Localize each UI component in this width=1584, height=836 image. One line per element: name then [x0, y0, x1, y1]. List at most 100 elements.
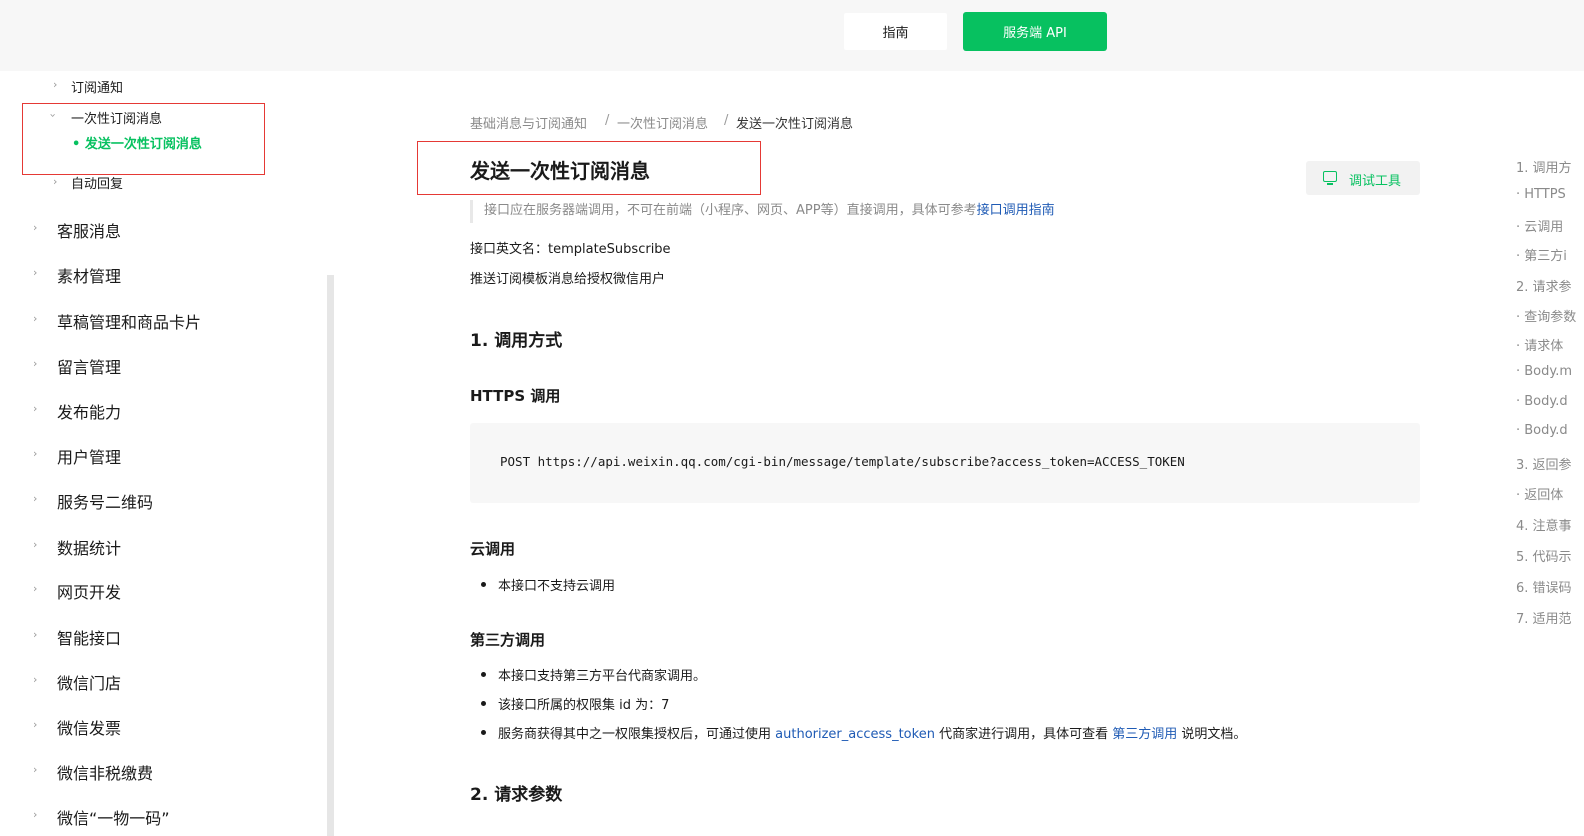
- chevron-right-icon[interactable]: ›: [53, 175, 57, 188]
- token-code: authorizer_access_token: [775, 727, 935, 742]
- guide-button[interactable]: 指南: [844, 13, 947, 50]
- chevron-right-icon: ›: [33, 402, 38, 415]
- note-callout: 接口应在服务器端调用，不可在前端（小程序、网页、APP等）直接调用，具体可参考接…: [470, 200, 1055, 223]
- chevron-right-icon[interactable]: ›: [53, 78, 57, 91]
- debug-tool-label: 调试工具: [1349, 174, 1402, 189]
- sidebar-subitem-subscribe-notice[interactable]: 订阅通知: [71, 77, 123, 96]
- chevron-right-icon: ›: [33, 582, 38, 595]
- sidebar-item-comments[interactable]: › 留言管理: [0, 350, 320, 380]
- sidebar-item-non-tax-payment[interactable]: › 微信非税缴费: [0, 756, 320, 786]
- section-heading-call-method: 1. 调用方式: [470, 331, 563, 351]
- chevron-right-icon: ›: [33, 808, 38, 821]
- breadcrumb-link[interactable]: 一次性订阅消息: [617, 113, 708, 132]
- sidebar-item-label: 留言管理: [57, 358, 122, 377]
- sidebar-item-label: 智能接口: [57, 629, 122, 648]
- sidebar-item-label: 素材管理: [57, 267, 122, 286]
- toc-item[interactable]: 7. 适用范: [1516, 608, 1572, 627]
- toc-item[interactable]: 2. 请求参: [1516, 276, 1572, 295]
- toc-item[interactable]: · 返回体: [1516, 484, 1563, 503]
- list-item-text-part: 代商家进行调用，具体可查看: [939, 727, 1109, 742]
- list-item-text: 本接口支持第三方平台代商家调用。: [498, 669, 707, 684]
- sidebar-item-label: 微信发票: [57, 719, 122, 738]
- server-api-button[interactable]: 服务端 API: [963, 12, 1107, 51]
- subheading-third-party: 第三方调用: [470, 631, 546, 649]
- toc-item[interactable]: 3. 返回参: [1516, 454, 1572, 473]
- chevron-right-icon: ›: [33, 538, 38, 551]
- breadcrumb-separator: /: [605, 113, 610, 128]
- sidebar-item-qrcode[interactable]: › 服务号二维码: [0, 485, 320, 515]
- third-party-call-link[interactable]: 第三方调用: [1112, 727, 1177, 742]
- chevron-right-icon: ›: [33, 357, 38, 370]
- sidebar-subitem-auto-reply[interactable]: 自动回复: [71, 173, 123, 192]
- sidebar-item-label: 发布能力: [57, 403, 122, 422]
- api-description: 推送订阅模板消息给授权微信用户: [470, 272, 666, 287]
- toc-item[interactable]: · Body.d: [1516, 394, 1568, 409]
- sidebar-item-stores[interactable]: › 微信门店: [0, 666, 320, 696]
- sidebar-item-drafts[interactable]: › 草稿管理和商品卡片: [0, 305, 320, 335]
- api-call-guide-link[interactable]: 接口调用指南: [977, 203, 1055, 218]
- section-heading-request-params: 2. 请求参数: [470, 785, 563, 805]
- code-text: POST https://api.weixin.qq.com/cgi-bin/m…: [500, 454, 1185, 469]
- toc-item[interactable]: · 云调用: [1516, 216, 1563, 235]
- chevron-right-icon: ›: [33, 628, 38, 641]
- toc-item[interactable]: · 查询参数: [1516, 306, 1576, 325]
- toc-item[interactable]: 4. 注意事: [1516, 515, 1572, 534]
- sidebar-item-label: 微信门店: [57, 674, 122, 693]
- breadcrumb-current: 发送一次性订阅消息: [736, 117, 854, 132]
- breadcrumb-separator: /: [724, 113, 729, 128]
- sidebar-item-send-one-time-message[interactable]: • 发送一次性订阅消息: [72, 133, 202, 152]
- sidebar-item-users[interactable]: › 用户管理: [0, 440, 320, 470]
- sidebar-item-web-dev[interactable]: › 网页开发: [0, 575, 320, 605]
- chevron-right-icon: ›: [33, 763, 38, 776]
- toc-item[interactable]: 5. 代码示: [1516, 546, 1572, 565]
- chevron-down-icon[interactable]: ›: [47, 113, 60, 117]
- page-title: 发送一次性订阅消息: [470, 159, 650, 183]
- toc-item[interactable]: · Body.m: [1516, 364, 1572, 379]
- chevron-right-icon: ›: [33, 673, 38, 686]
- toc-item[interactable]: · Body.d: [1516, 423, 1568, 438]
- top-bar: 指南 服务端 API: [0, 0, 1584, 71]
- code-block: POST https://api.weixin.qq.com/cgi-bin/m…: [470, 423, 1420, 503]
- toc-item[interactable]: · 请求体: [1516, 335, 1563, 354]
- chevron-right-icon: ›: [33, 266, 38, 279]
- sidebar-scrollbar[interactable]: [327, 275, 334, 836]
- list-item-text-part: 服务商获得其中之一权限集授权后，可通过使用: [498, 727, 772, 742]
- toc-item[interactable]: 1. 调用方: [1516, 157, 1572, 176]
- chevron-right-icon: ›: [33, 312, 38, 325]
- sidebar-item-label: 数据统计: [57, 539, 122, 558]
- sidebar-item-one-item-one-code[interactable]: › 微信“一物一码”: [0, 801, 320, 831]
- subheading-cloud-call: 云调用: [470, 540, 516, 558]
- sidebar-item-smart-api[interactable]: › 智能接口: [0, 621, 320, 651]
- sidebar-item-label: 微信“一物一码”: [57, 809, 170, 828]
- toc-item[interactable]: · HTTPS: [1516, 187, 1566, 202]
- monitor-icon: [1323, 171, 1337, 185]
- list-item-text-part: 说明文档。: [1181, 727, 1247, 742]
- sidebar-item-publish[interactable]: › 发布能力: [0, 395, 320, 425]
- sidebar-item-customer-service[interactable]: › 客服消息: [0, 214, 320, 244]
- breadcrumb-link[interactable]: 基础消息与订阅通知: [470, 113, 587, 132]
- sidebar-item-label: 网页开发: [57, 583, 122, 602]
- note-text: 接口应在服务器端调用，不可在前端（小程序、网页、APP等）直接调用，具体可参考: [484, 203, 977, 218]
- sidebar-item-invoice[interactable]: › 微信发票: [0, 711, 320, 741]
- list-item-text: 服务商获得其中之一权限集授权后，可通过使用 authorizer_access_…: [498, 723, 1246, 742]
- sidebar-item-label: 客服消息: [57, 222, 122, 241]
- toc-item[interactable]: 6. 错误码: [1516, 577, 1572, 596]
- sidebar: › 订阅通知 › 一次性订阅消息 • 发送一次性订阅消息 › 自动回复 › 客服…: [0, 71, 335, 836]
- sidebar-item-label: 服务号二维码: [57, 493, 154, 512]
- sidebar-item-label: 草稿管理和商品卡片: [57, 313, 202, 332]
- chevron-right-icon: ›: [33, 492, 38, 505]
- list-item-text: 该接口所属的权限集 id 为：7: [498, 698, 670, 713]
- api-english-name: 接口英文名：templateSubscribe: [470, 242, 671, 257]
- sidebar-subitem-one-time-subscribe[interactable]: 一次性订阅消息: [71, 108, 162, 127]
- sidebar-item-materials[interactable]: › 素材管理: [0, 259, 320, 289]
- chevron-right-icon: ›: [33, 718, 38, 731]
- sidebar-item-label: 用户管理: [57, 448, 122, 467]
- chevron-right-icon: ›: [33, 447, 38, 460]
- chevron-right-icon: ›: [33, 221, 38, 234]
- list-item-text: 本接口不支持云调用: [498, 579, 616, 594]
- sidebar-item-statistics[interactable]: › 数据统计: [0, 531, 320, 561]
- toc-item[interactable]: · 第三方i: [1516, 245, 1567, 264]
- sidebar-item-label: 微信非税缴费: [57, 764, 154, 783]
- subheading-https: HTTPS 调用: [470, 387, 561, 405]
- debug-tool-button[interactable]: 调试工具: [1306, 161, 1420, 195]
